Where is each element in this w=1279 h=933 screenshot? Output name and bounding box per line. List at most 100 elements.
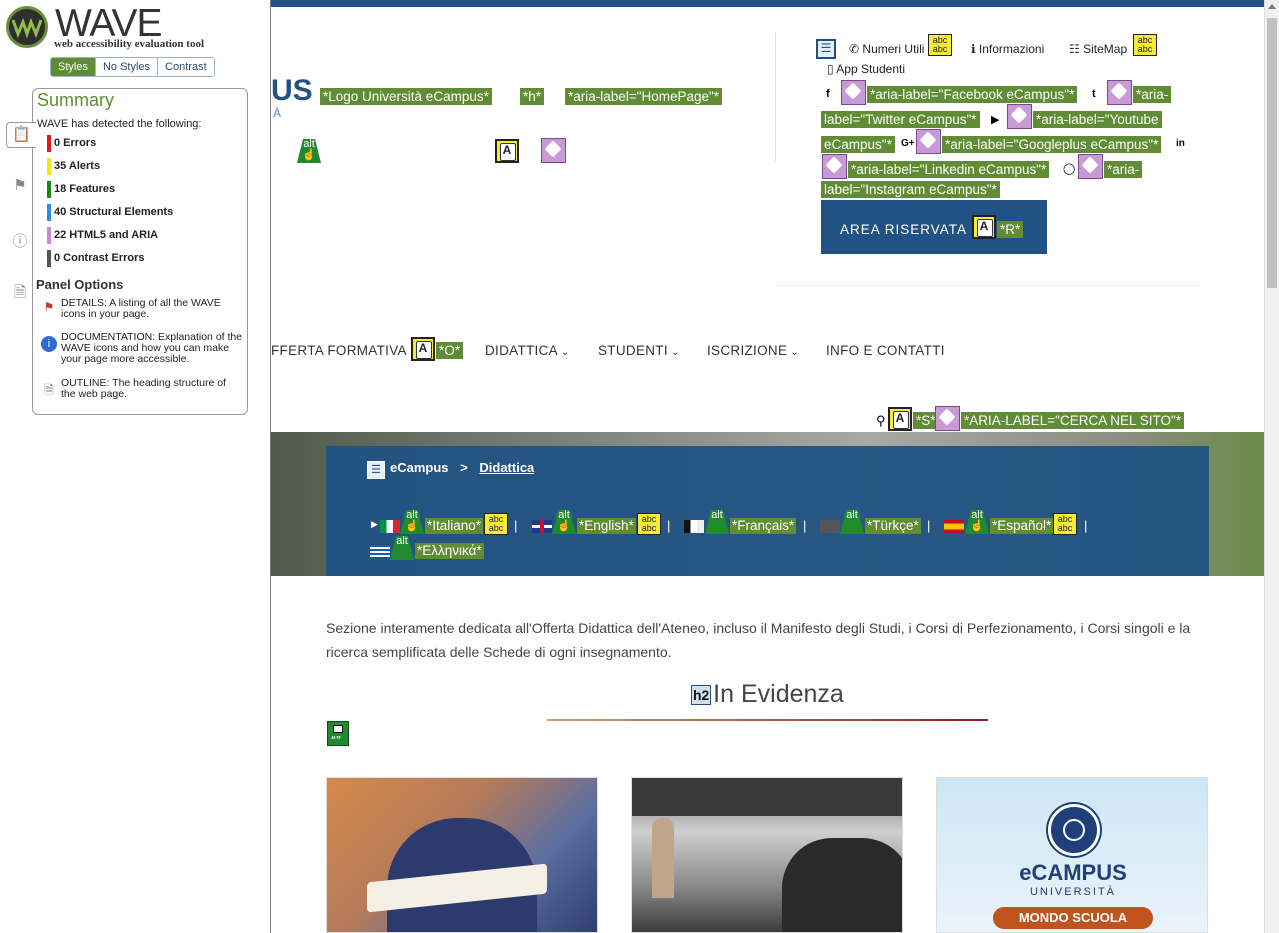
aria-tag-icon[interactable] [841,80,866,105]
heading-underline [547,719,988,721]
logo-partial-sub: À [273,106,282,120]
h2-structure-icon[interactable]: h2 [691,685,712,706]
accesskey-icon[interactable]: A [888,407,912,431]
googleplus-icon[interactable]: G+ [901,138,915,149]
abc-alert-icon[interactable]: abc abc [1133,34,1157,56]
aria-count[interactable]: 22 HTML5 and ARIA [47,227,158,244]
document-icon: 🗎 [44,383,54,397]
mobile-icon: ▯ [827,62,834,76]
nav-offerta-formativa[interactable]: FFERTA FORMATIVA [271,343,419,358]
summary-clipboard-icon[interactable]: 📋 [6,122,36,148]
info-icon: i [41,336,57,352]
nav-info-contatti[interactable]: INFO E CONTATTI [826,343,945,358]
card-image-mondo-scuola[interactable]: eCAMPUS UNIVERSITÀ MONDO SCUOLA [936,777,1208,933]
scrollbar-thumb[interactable] [1267,18,1277,288]
breadcrumb-home[interactable]: eCampus [390,460,449,475]
features-count[interactable]: 18 Features [47,181,115,198]
caret-right-icon: ▶ [371,519,378,529]
aria-tag-icon[interactable] [541,138,566,163]
outline-document-icon[interactable]: 🗎 [10,282,30,304]
details-flag-icon[interactable]: ⚑ [10,176,30,198]
breadcrumb-current[interactable]: Didattica [479,460,534,475]
alerts-count[interactable]: 35 Alerts [47,158,100,175]
youtube-icon[interactable]: ▶ [991,113,999,126]
app-studenti-link[interactable]: ▯ App Studenti [827,62,905,76]
card-brand: eCAMPUS [1019,860,1127,885]
evaluated-page: US À *Logo Università eCampus* *h* *aria… [271,0,1264,933]
abc-alert-icon[interactable]: abc abc [637,513,661,535]
card-image-classroom[interactable] [631,777,903,933]
aria-tag-icon[interactable] [935,406,960,431]
instagram-icon[interactable]: ◯ [1063,162,1075,175]
documentation-info-icon[interactable]: ⓘ [10,230,30,252]
lang-turkce[interactable]: *Türkçe* [865,518,921,534]
numeri-utili-link[interactable]: ✆ Numeri Utili [849,42,924,56]
tab-contrast[interactable]: Contrast [158,58,214,76]
googleplus-aria-label: *aria-label="Googleplus eCampus"* [942,136,1162,153]
facebook-icon[interactable]: f [826,88,830,100]
turkey-flag-icon [820,520,840,533]
intro-paragraph: Sezione interamente dedicata all'Offerta… [326,620,1191,660]
option-documentation[interactable]: DOCUMENTATION: Explanation of the WAVE i… [61,332,243,365]
tab-no-styles[interactable]: No Styles [95,58,159,76]
summary-title: Summary [37,90,115,110]
h-label: *h* [520,88,545,105]
scroll-up-icon[interactable] [1268,4,1276,9]
section-heading: h2 In Evidenza [691,680,844,708]
nav-iscrizione[interactable]: ISCRIZIONE [707,343,799,358]
list-icon: ☰ [816,39,836,59]
top-accent-bar [271,0,1264,7]
logo-alt-label: *Logo Università eCampus* [320,88,492,105]
nav-studenti[interactable]: STUDENTI [598,343,680,358]
aria-tag-icon[interactable] [916,129,941,154]
errors-count[interactable]: 0 Errors [47,135,96,152]
twitter-icon[interactable]: t [1092,88,1096,100]
lang-espanol[interactable]: *Español* [990,518,1054,534]
greece-flag-icon [370,545,390,558]
sitemap-icon: ☷ [1069,42,1080,56]
logo-partial: US [271,74,313,107]
alt-text-icon[interactable]: alt ☝ [297,139,321,163]
abc-alert-icon[interactable]: abc abc [928,34,952,56]
accesskey-icon[interactable]: A [972,215,996,239]
lang-english[interactable]: *English* [577,518,636,534]
linkedin-icon[interactable]: in [1176,138,1185,149]
sitemap-link[interactable]: ☷ SiteMap [1069,42,1127,56]
instagram-aria-label-a: *aria- [1104,161,1143,178]
vertical-scrollbar[interactable] [1264,0,1279,933]
abc-alert-icon[interactable]: abc abc [1053,513,1077,535]
homepage-aria-label: *aria-label="HomePage"* [565,88,723,105]
breadcrumb-separator: > [460,460,468,475]
quote-feature-icon[interactable]: “” [327,721,349,746]
nav-didattica[interactable]: DIDATTICA [485,343,570,358]
lang-italiano[interactable]: *Italiano* [425,518,484,534]
wave-view-tabs: Styles No Styles Contrast [50,57,215,77]
students-image [782,838,902,932]
card-tag: MONDO SCUOLA [993,907,1153,929]
lang-greek[interactable]: *Ελληνικά* [415,543,484,559]
accesskey-icon[interactable]: A [411,337,435,361]
header-divider [775,32,776,162]
aria-tag-icon[interactable] [822,154,847,179]
lang-francais[interactable]: *Français* [730,518,797,534]
card-image-book[interactable] [326,777,598,933]
phone-icon: ✆ [849,42,860,56]
twitter-aria-label-a: *aria- [1133,86,1172,103]
aria-tag-icon[interactable] [1078,154,1103,179]
informazioni-link[interactable]: ℹ Informazioni [971,42,1044,56]
tab-styles[interactable]: Styles [51,58,96,76]
wave-subtitle: web accessibility evaluation tool [54,38,205,50]
option-outline[interactable]: OUTLINE: The heading structure of the we… [61,378,243,400]
accesskey-icon[interactable]: A [495,139,519,163]
card-brand-sub: UNIVERSITÀ [1029,886,1116,898]
aria-tag-icon[interactable] [1007,104,1032,129]
structural-count[interactable]: 40 Structural Elements [47,204,173,221]
youtube-aria-label-b: eCampus"* [821,136,895,153]
abc-alert-icon[interactable]: abc abc [484,513,508,535]
facebook-aria-label: *aria-label="Facebook eCampus"* [867,86,1078,103]
search-icon[interactable]: ⚲ [876,413,886,429]
option-details[interactable]: DETAILS: A listing of all the WAVE icons… [61,298,243,320]
aria-tag-icon[interactable] [1107,80,1132,105]
detected-text: WAVE has detected the following: [37,118,202,130]
contrast-errors-count[interactable]: 0 Contrast Errors [47,250,144,267]
